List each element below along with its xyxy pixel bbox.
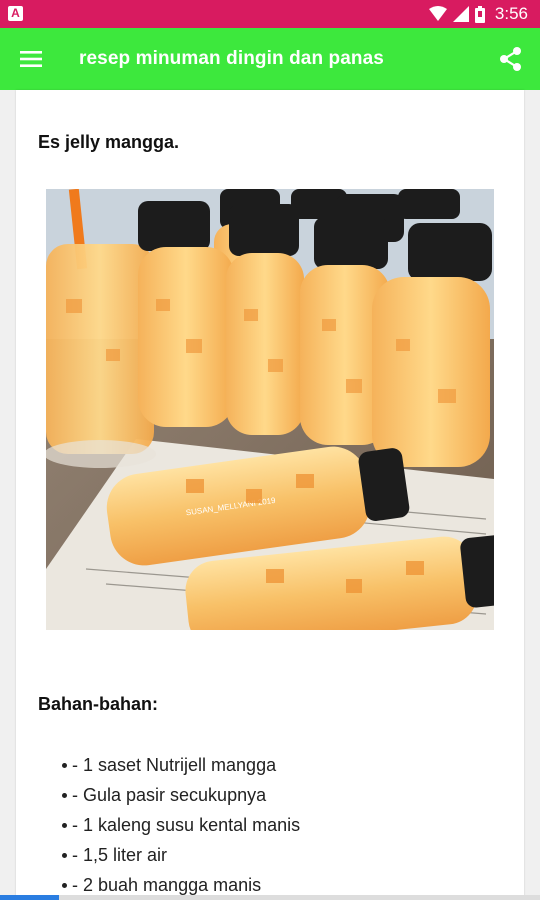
ingredient-text: - 2 buah mangga manis xyxy=(72,875,262,895)
bullet-icon xyxy=(62,793,67,798)
wifi-icon xyxy=(428,6,447,21)
scroll-progress-fill xyxy=(0,895,60,900)
recipe-title: Es jelly mangga. xyxy=(38,132,180,152)
status-bar: A 3:56 xyxy=(0,0,540,28)
bullet-icon xyxy=(62,853,67,858)
bullet-icon xyxy=(62,763,67,768)
list-item: - 1,5 liter air xyxy=(38,840,300,870)
notification-app-icon: A xyxy=(8,6,23,21)
scroll-progress-bar xyxy=(0,895,540,900)
ingredients-list: - 1 saset Nutrijell mangga - Gula pasir … xyxy=(38,750,300,900)
signal-icon xyxy=(452,6,469,22)
system-icons: 3:56 xyxy=(428,4,528,24)
ingredient-text: - 1 saset Nutrijell mangga xyxy=(72,755,277,775)
hamburger-menu-icon[interactable] xyxy=(20,48,42,70)
app-title: resep minuman dingin dan panas xyxy=(79,48,384,69)
list-item: - 1 kaleng susu kental manis xyxy=(38,810,300,840)
clock-time: 3:56 xyxy=(494,4,528,23)
app-toolbar: resep minuman dingin dan panas xyxy=(0,28,540,90)
ingredients-heading: Bahan-bahan: xyxy=(38,694,159,714)
ingredient-text: - 1 kaleng susu kental manis xyxy=(72,815,301,835)
recipe-card: Es jelly mangga. SUSAN_MELLYANI 2019 Bah… xyxy=(16,90,524,900)
share-icon[interactable] xyxy=(498,46,524,72)
bullet-icon xyxy=(62,823,67,828)
bullet-icon xyxy=(62,883,67,888)
ingredient-text: - 1,5 liter air xyxy=(72,845,168,865)
ingredient-text: - Gula pasir secukupnya xyxy=(72,785,267,805)
battery-icon xyxy=(474,5,485,23)
recipe-photo: SUSAN_MELLYANI 2019 xyxy=(46,189,494,630)
list-item: - 1 saset Nutrijell mangga xyxy=(38,750,300,780)
list-item: - Gula pasir secukupnya xyxy=(38,780,300,810)
